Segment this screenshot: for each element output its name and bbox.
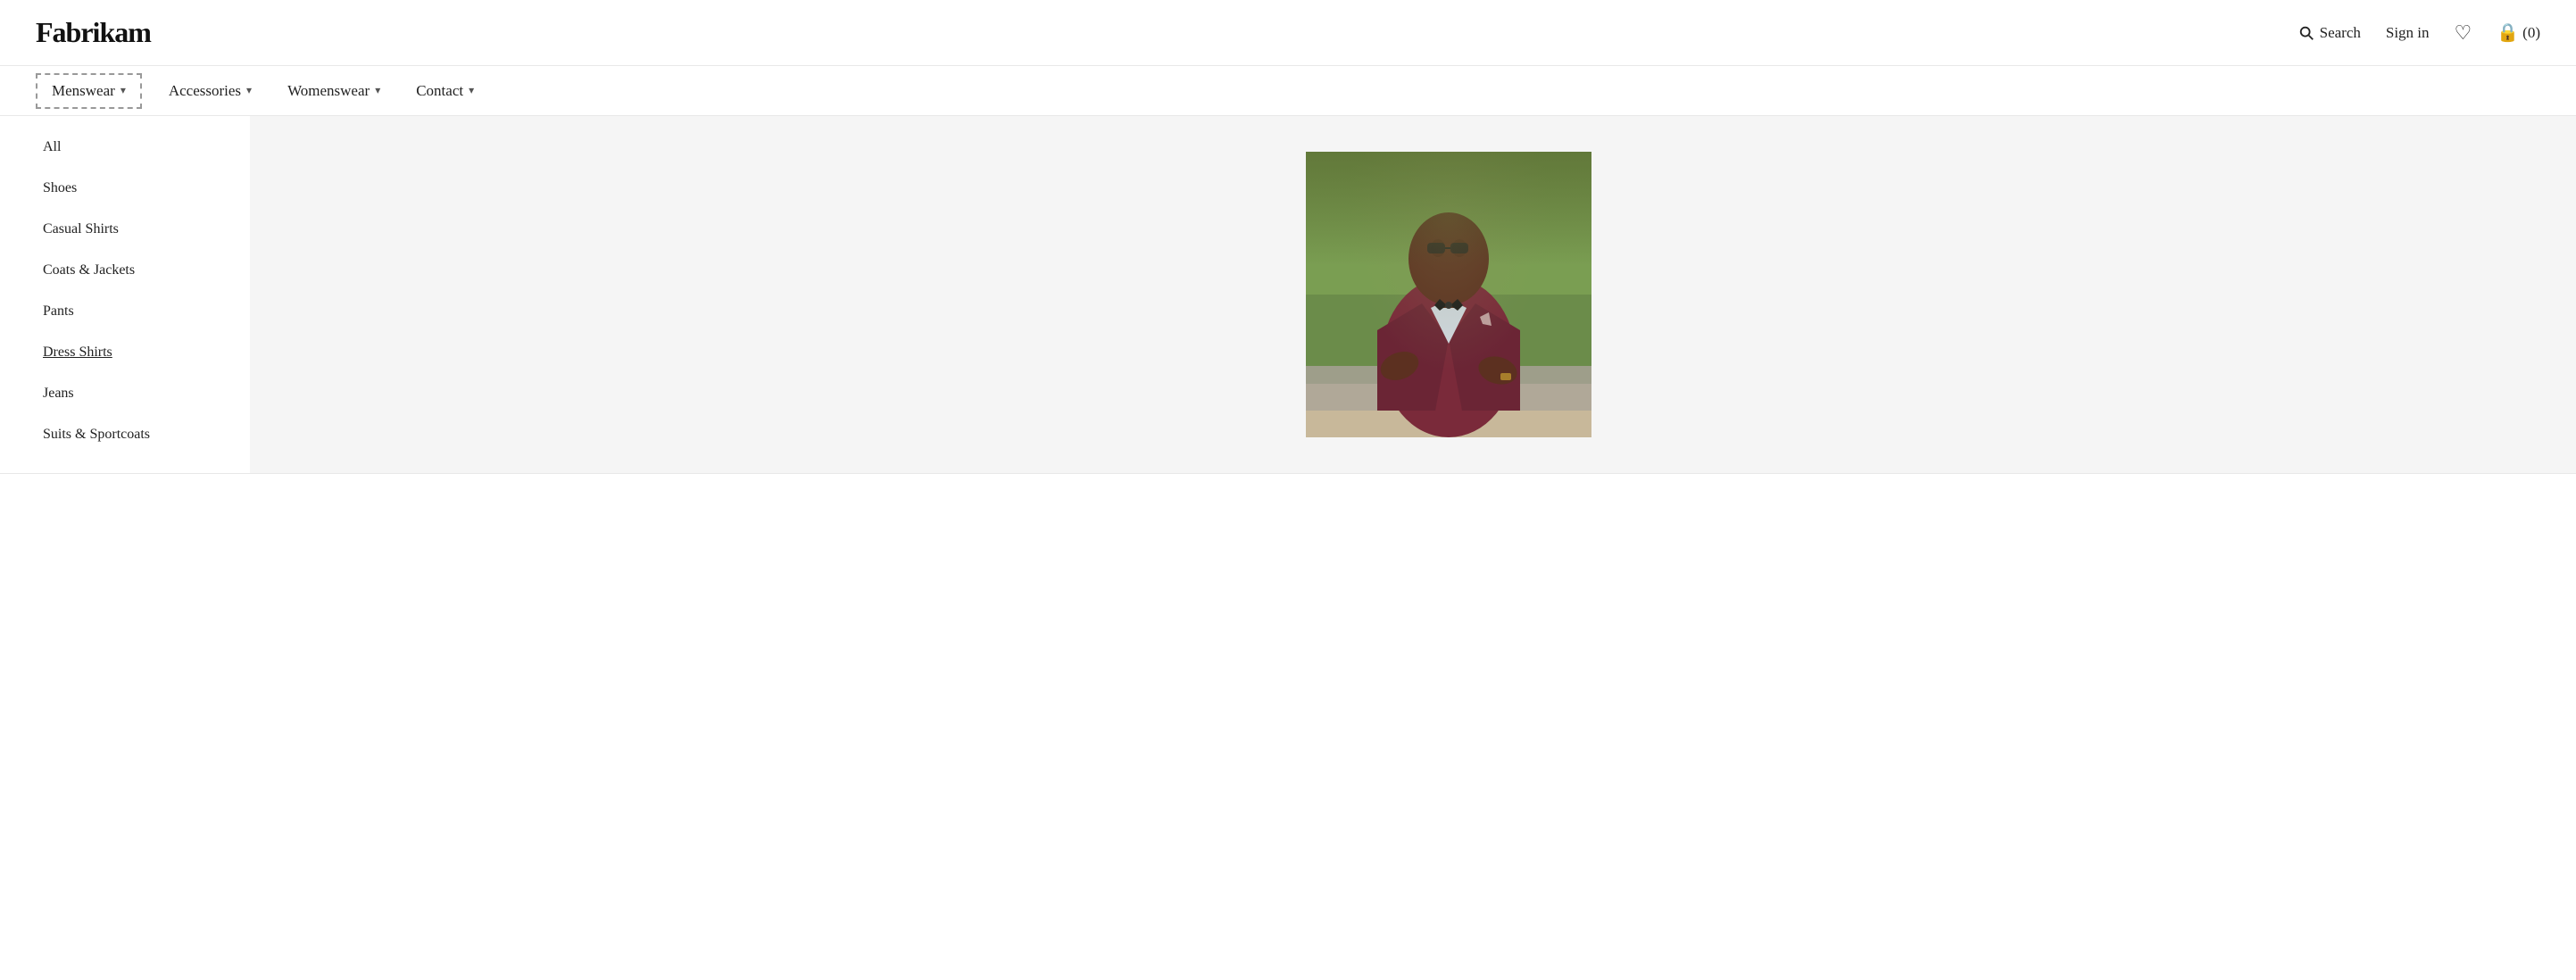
dropdown-item-jeans[interactable]: Jeans	[43, 373, 250, 414]
site-header: Fabrikam Search Sign in ♡ 🔒 (0)	[0, 0, 2576, 66]
promo-image	[1306, 152, 1591, 437]
cart-icon: 🔒	[2497, 21, 2519, 44]
nav-item-menswear[interactable]: Menswear ▾	[36, 73, 142, 109]
nav-accessories-label: Accessories	[169, 82, 241, 100]
nav-item-contact[interactable]: Contact ▾	[398, 68, 492, 114]
search-button[interactable]: Search	[2298, 24, 2361, 42]
nav-menswear-label: Menswear	[52, 82, 115, 100]
dropdown-item-casual-shirts[interactable]: Casual Shirts	[43, 209, 250, 250]
right-panel-filler	[2433, 116, 2576, 473]
chevron-down-icon: ▾	[246, 84, 252, 97]
dropdown-item-shoes[interactable]: Shoes	[43, 168, 250, 209]
chevron-down-icon: ▾	[120, 84, 126, 97]
signin-link[interactable]: Sign in	[2386, 24, 2430, 42]
search-icon	[2298, 25, 2314, 41]
search-label: Search	[2320, 24, 2361, 42]
dropdown-item-all[interactable]: All	[43, 127, 250, 168]
cart-button[interactable]: 🔒 (0)	[2497, 21, 2540, 44]
promo-image-svg	[1306, 152, 1591, 437]
dropdown-item-pants[interactable]: Pants	[43, 291, 250, 332]
dropdown-item-dress-shirts[interactable]: Dress Shirts	[43, 332, 250, 373]
dropdown-menu-list: All Shoes Casual Shirts Coats & Jackets …	[0, 116, 250, 473]
chevron-down-icon: ▾	[469, 84, 474, 97]
cart-count: (0)	[2522, 24, 2540, 42]
site-logo[interactable]: Fabrikam	[36, 16, 151, 49]
header-actions: Search Sign in ♡ 🔒 (0)	[2298, 21, 2540, 45]
nav-item-accessories[interactable]: Accessories ▾	[151, 68, 270, 114]
dropdown-promo-area	[250, 116, 2433, 473]
nav-contact-label: Contact	[416, 82, 463, 100]
chevron-down-icon: ▾	[375, 84, 380, 97]
wishlist-button[interactable]: ♡	[2455, 21, 2472, 45]
dropdown-item-suits-sportcoats[interactable]: Suits & Sportcoats	[43, 414, 250, 455]
menswear-dropdown: All Shoes Casual Shirts Coats & Jackets …	[0, 116, 2576, 474]
dropdown-item-coats-jackets[interactable]: Coats & Jackets	[43, 250, 250, 291]
nav-item-womenswear[interactable]: Womenswear ▾	[270, 68, 398, 114]
nav-womenswear-label: Womenswear	[287, 82, 370, 100]
main-navigation: Menswear ▾ Accessories ▾ Womenswear ▾ Co…	[0, 66, 2576, 116]
